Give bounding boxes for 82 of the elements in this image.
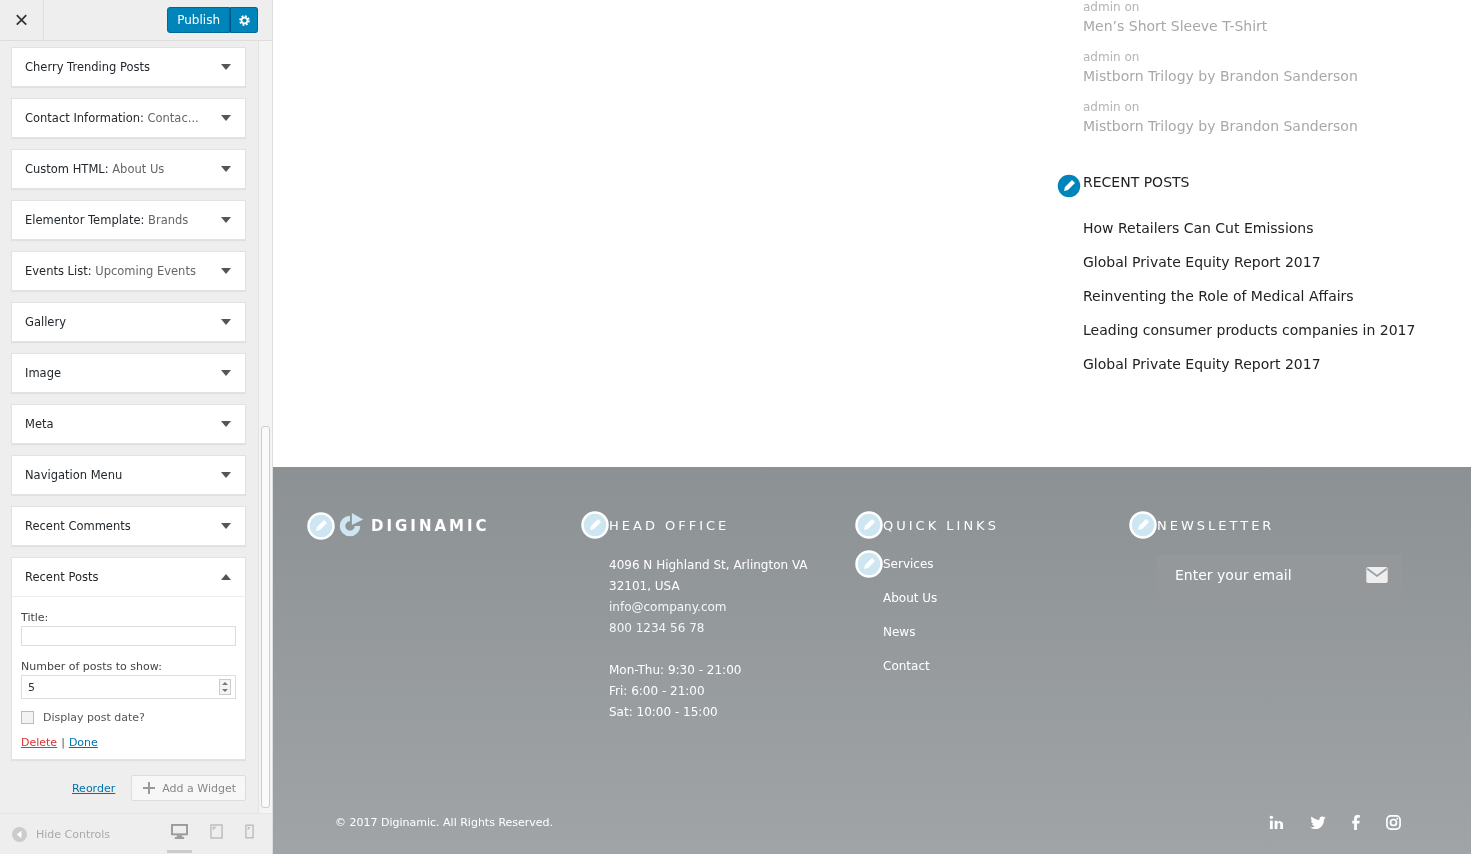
widget-header[interactable]: Cherry Trending Posts bbox=[12, 48, 245, 86]
field-label: Title: bbox=[21, 611, 50, 624]
footer-heading: HEAD OFFICE bbox=[609, 517, 730, 533]
widget-title: Custom HTML: About Us bbox=[25, 162, 165, 176]
widget-header[interactable]: Recent Comments bbox=[12, 507, 245, 545]
post-link[interactable]: Reinventing the Role of Medical Affairs bbox=[1083, 288, 1471, 304]
facebook-icon[interactable] bbox=[1352, 815, 1360, 830]
expand-arrow-icon[interactable] bbox=[221, 472, 231, 478]
settings-button[interactable] bbox=[230, 7, 258, 33]
expand-arrow-icon[interactable] bbox=[221, 319, 231, 325]
widget-header[interactable]: Elementor Template: Brands bbox=[12, 201, 245, 239]
widget-title: Gallery bbox=[25, 315, 66, 329]
collapse-icon bbox=[12, 826, 27, 842]
footer-heading: NEWSLETTER bbox=[1157, 517, 1275, 533]
scrollbar[interactable] bbox=[258, 41, 272, 813]
monitor-icon bbox=[171, 823, 188, 839]
tablet-icon bbox=[210, 823, 223, 839]
title-field[interactable] bbox=[21, 626, 236, 646]
edit-shortcut-icon[interactable] bbox=[307, 512, 335, 540]
expand-arrow-icon[interactable] bbox=[221, 217, 231, 223]
post-link[interactable]: Leading consumer products companies in 2017 bbox=[1083, 322, 1471, 338]
post-link[interactable]: Global Private Equity Report 2017 bbox=[1083, 254, 1471, 270]
plus-icon bbox=[143, 782, 156, 794]
widget-title: Cherry Trending Posts bbox=[25, 60, 151, 74]
expand-arrow-icon[interactable] bbox=[221, 370, 231, 376]
edit-shortcut-icon[interactable] bbox=[855, 550, 883, 578]
expand-arrow-icon[interactable] bbox=[221, 64, 231, 70]
collapse-arrow-icon[interactable] bbox=[221, 574, 231, 580]
address-text: 4096 N Highland St, Arlington VA 32101, USA bbox=[609, 557, 809, 595]
widget-header[interactable]: Meta bbox=[12, 405, 245, 443]
settings-icon bbox=[237, 13, 251, 27]
number-field[interactable]: 5 bbox=[21, 675, 236, 699]
widget-header[interactable]: Custom HTML: About Us bbox=[12, 150, 245, 188]
edit-shortcut-icon[interactable] bbox=[1129, 511, 1157, 539]
widget-title: Recent Posts bbox=[25, 570, 99, 584]
copyright-text: © 2017 Diginamic. All Rights Reserved. bbox=[335, 816, 554, 829]
envelope-icon[interactable] bbox=[1366, 567, 1388, 583]
widget-header[interactable]: Events List: Upcoming Events bbox=[12, 252, 245, 290]
hours-text: Mon-Thu: 9:30 - 21:00 bbox=[609, 662, 743, 679]
section-heading: RECENT POSTS bbox=[1083, 174, 1190, 190]
edit-shortcut-icon[interactable] bbox=[1055, 172, 1083, 200]
footer-heading: QUICK LINKS bbox=[883, 517, 999, 533]
widget-header[interactable]: Contact Information: Contac... bbox=[12, 99, 245, 137]
brand-name: DIGINAMIC bbox=[371, 517, 490, 535]
phone-icon bbox=[245, 823, 254, 839]
widget-title: Elementor Template: Brands bbox=[25, 213, 189, 227]
expand-arrow-icon[interactable] bbox=[221, 523, 231, 529]
spinner-icon[interactable] bbox=[219, 679, 231, 695]
widget-header[interactable]: Image bbox=[12, 354, 245, 392]
widget-title: Contact Information: Contac... bbox=[25, 111, 199, 125]
widget-title: Recent Comments bbox=[25, 519, 131, 533]
link-separator: | bbox=[61, 736, 65, 749]
widget-header[interactable]: Navigation Menu bbox=[12, 456, 245, 494]
linkedin-icon[interactable] bbox=[1269, 815, 1284, 830]
expand-arrow-icon[interactable] bbox=[221, 268, 231, 274]
post-link[interactable]: Global Private Equity Report 2017 bbox=[1083, 356, 1471, 372]
edit-shortcut-icon[interactable] bbox=[581, 511, 609, 539]
post-link[interactable]: How Retailers Can Cut Emissions bbox=[1083, 220, 1471, 236]
edit-shortcut-icon[interactable] bbox=[855, 511, 883, 539]
field-label: Number of posts to show: bbox=[21, 660, 163, 673]
expand-arrow-icon[interactable] bbox=[221, 115, 231, 121]
widget-header[interactable]: Gallery bbox=[12, 303, 245, 341]
widget-title: Meta bbox=[25, 417, 54, 431]
expand-arrow-icon[interactable] bbox=[221, 166, 231, 172]
checkbox-label: Display post date? bbox=[43, 711, 145, 724]
delete-link[interactable]: Delete bbox=[21, 736, 58, 749]
widget-title: Navigation Menu bbox=[25, 468, 123, 482]
widget-header[interactable]: Recent Posts bbox=[12, 558, 245, 597]
reorder-link[interactable]: Reorder bbox=[71, 781, 116, 795]
done-link[interactable]: Done bbox=[68, 736, 98, 749]
hours-text: Fri: 6:00 - 21:00 bbox=[609, 683, 706, 700]
twitter-icon[interactable] bbox=[1310, 815, 1326, 830]
publish-button[interactable]: Publish bbox=[167, 7, 230, 33]
comment-author: admin on bbox=[1083, 50, 1141, 64]
instagram-icon[interactable] bbox=[1386, 815, 1401, 830]
hours-text: Sat: 10:00 - 15:00 bbox=[609, 704, 719, 721]
widget-title: Image bbox=[25, 366, 62, 380]
comment-author: admin on bbox=[1083, 100, 1141, 114]
checkbox[interactable] bbox=[21, 711, 34, 724]
expand-arrow-icon[interactable] bbox=[221, 421, 231, 427]
comment-author: admin on bbox=[1083, 0, 1141, 14]
widget-title: Events List: Upcoming Events bbox=[25, 264, 196, 278]
